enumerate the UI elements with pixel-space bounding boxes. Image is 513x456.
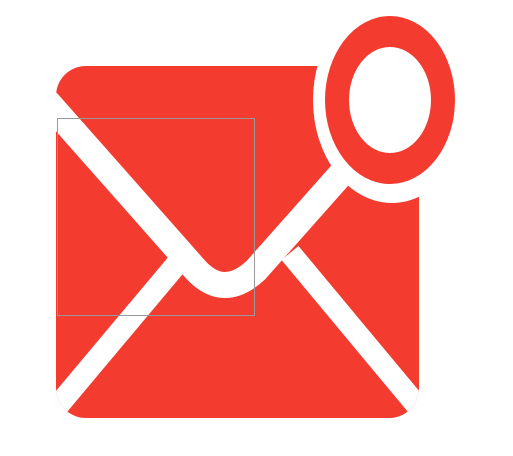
- notification-badge-hole: [349, 47, 431, 153]
- selection-box[interactable]: [57, 118, 255, 316]
- icon-canvas: [0, 0, 513, 451]
